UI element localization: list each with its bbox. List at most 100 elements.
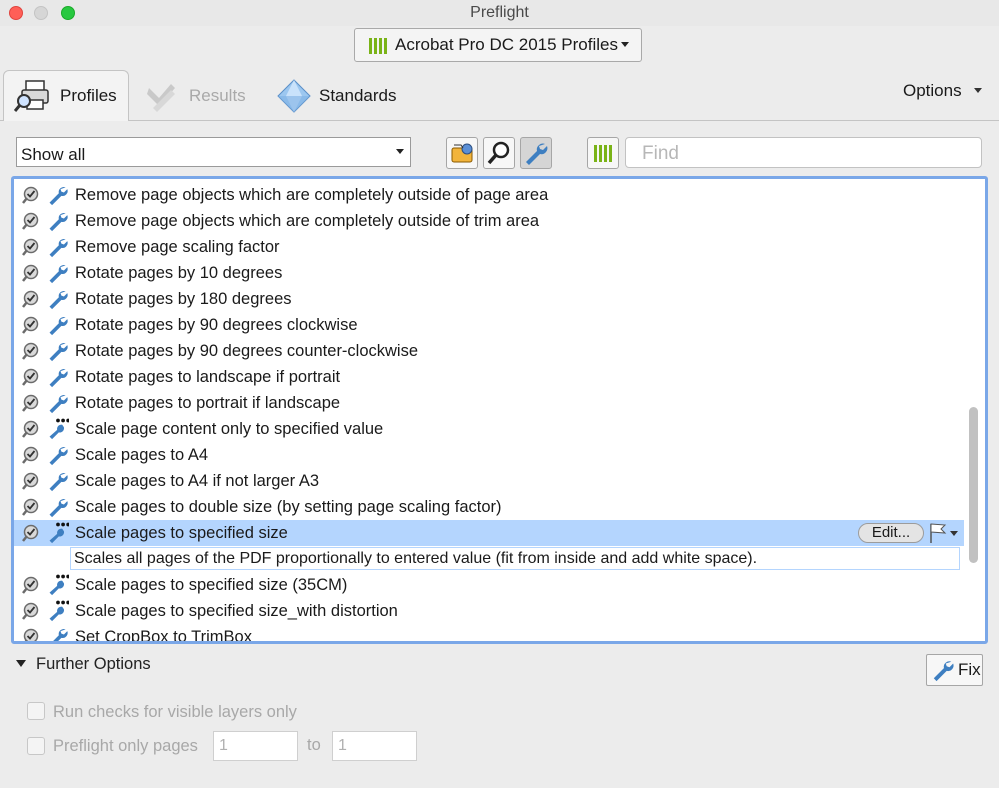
wrench-icon [47,366,69,388]
wrench-dots-icon [47,600,71,622]
list-item-label: Scale pages to A4 [75,446,209,464]
to-label: to [307,736,321,754]
list-item-label: Rotate pages by 10 degrees [75,264,283,282]
filter-select[interactable]: Show all [16,137,411,167]
list-item-label: Rotate pages by 180 degrees [75,290,292,308]
wrench-icon [47,496,69,518]
list-item-label: Scale pages to specified size_with disto… [75,602,398,620]
fix-button[interactable]: Fix [926,654,983,686]
tab-profiles-label: Profiles [60,86,117,105]
list-item[interactable]: Remove page objects which are completely… [14,182,964,208]
check-magnifier-icon [22,472,42,492]
list-item[interactable]: Rotate pages to landscape if portrait [14,364,964,390]
preflight-only-pages-label: Preflight only pages [53,737,198,755]
check-magnifier-icon [22,524,42,544]
show-fixups-button[interactable] [520,137,552,169]
chevron-down-icon [974,88,982,93]
fix-button-label: Fix [958,660,981,679]
list-item-label: Remove page objects which are completely… [75,186,549,204]
list-item[interactable]: Rotate pages to portrait if landscape [14,390,964,416]
show-profiles-button[interactable] [446,137,478,169]
check-magnifier-icon [22,186,42,206]
tab-results[interactable]: Results [145,70,246,121]
check-magnifier-icon [22,498,42,518]
library-button[interactable] [587,137,619,169]
check-magnifier-icon [22,316,42,336]
edit-button[interactable]: Edit... [858,523,924,543]
find-input[interactable]: Find [625,137,982,168]
from-page-input[interactable]: 1 [213,731,298,761]
tab-standards[interactable]: Standards [277,70,397,121]
check-magnifier-icon [22,368,42,388]
wrench-dots-icon [47,522,71,544]
wrench-icon [47,470,69,492]
library-icon [369,36,387,54]
list-item[interactable]: Set CropBox to TrimBox [14,624,964,644]
list-item[interactable]: Scale pages to A4 if not larger A3 [14,468,964,494]
list-item[interactable]: Scale pages to A4 [14,442,964,468]
list-item-label: Set CropBox to TrimBox [75,628,252,644]
tab-profiles[interactable]: Profiles [3,70,129,121]
wrench-icon [47,262,69,284]
preflight-only-pages-checkbox[interactable] [27,737,45,755]
wrench-icon [933,661,954,682]
check-magnifier-icon [22,420,42,440]
check-magnifier-icon [22,446,42,466]
to-page-input[interactable]: 1 [332,731,417,761]
list-item[interactable]: Rotate pages by 180 degrees [14,286,964,312]
list-item[interactable]: Scale pages to double size (by setting p… [14,494,964,520]
list-item-label: Remove page objects which are completely… [75,212,540,230]
magnifier-icon [487,141,510,165]
list-item-label: Rotate pages to portrait if landscape [75,394,341,412]
wrench-icon [47,340,69,362]
tab-results-label: Results [189,85,246,105]
visible-layers-checkbox[interactable] [27,702,45,720]
check-magnifier-icon [22,628,42,641]
selected-item-description: Scales all pages of the PDF proportional… [70,547,960,570]
check-magnifier-icon [22,264,42,284]
options-menu[interactable]: Options [903,81,962,101]
list-item-label: Rotate pages to landscape if portrait [75,368,341,386]
further-options-toggle[interactable]: Further Options [36,655,151,674]
show-checks-button[interactable] [483,137,515,169]
check-magnifier-icon [22,576,42,596]
list-item[interactable]: Rotate pages by 10 degrees [14,260,964,286]
list-item-label: Rotate pages by 90 degrees counter-clock… [75,342,419,360]
wrench-icon [47,392,69,414]
wrench-dots-icon [47,418,71,440]
list-item[interactable]: Rotate pages by 90 degrees counter-clock… [14,338,964,364]
profile-folder-icon [451,143,473,163]
check-magnifier-icon [22,212,42,232]
chevron-down-icon [396,149,404,154]
list-item[interactable]: Scale pages to specified size (35CM) [14,572,964,598]
list-item-label: Scale pages to specified size [75,524,288,542]
flag-icon[interactable] [929,522,947,549]
tab-standards-label: Standards [319,85,397,105]
window-title: Preflight [470,4,529,21]
chevron-down-icon[interactable] [950,531,958,536]
list-item-label: Scale pages to double size (by setting p… [75,498,502,516]
list-item-label: Scale pages to A4 if not larger A3 [75,472,319,490]
wrench-dots-icon [47,574,71,596]
filter-select-value: Show all [21,145,86,164]
list-item[interactable]: Remove page scaling factor [14,234,964,260]
library-icon [594,145,612,162]
visible-layers-label: Run checks for visible layers only [53,703,297,721]
standards-diamond-icon [277,78,311,113]
list-item[interactable]: Remove page objects which are completely… [14,208,964,234]
profile-library-dropdown[interactable]: Acrobat Pro DC 2015 Profiles [354,28,642,62]
check-magnifier-icon [22,238,42,258]
check-magnifier-icon [22,342,42,362]
check-magnifier-icon [22,602,42,622]
list-item[interactable]: Scale pages to specified size_with disto… [14,598,964,624]
disclosure-triangle-icon[interactable] [16,660,26,667]
profile-library-label: Acrobat Pro DC 2015 Profiles [395,35,618,54]
results-icon [147,83,175,112]
wrench-icon [47,288,69,310]
fixups-list[interactable]: Remove page objects which are completely… [11,176,988,644]
list-scrollbar-thumb[interactable] [969,407,978,563]
list-item[interactable]: Rotate pages by 90 degrees clockwise [14,312,964,338]
list-item[interactable]: Scale page content only to specified val… [14,416,964,442]
list-item-selected[interactable]: Scale pages to specified size Edit... [14,520,964,546]
wrench-icon [47,314,69,336]
